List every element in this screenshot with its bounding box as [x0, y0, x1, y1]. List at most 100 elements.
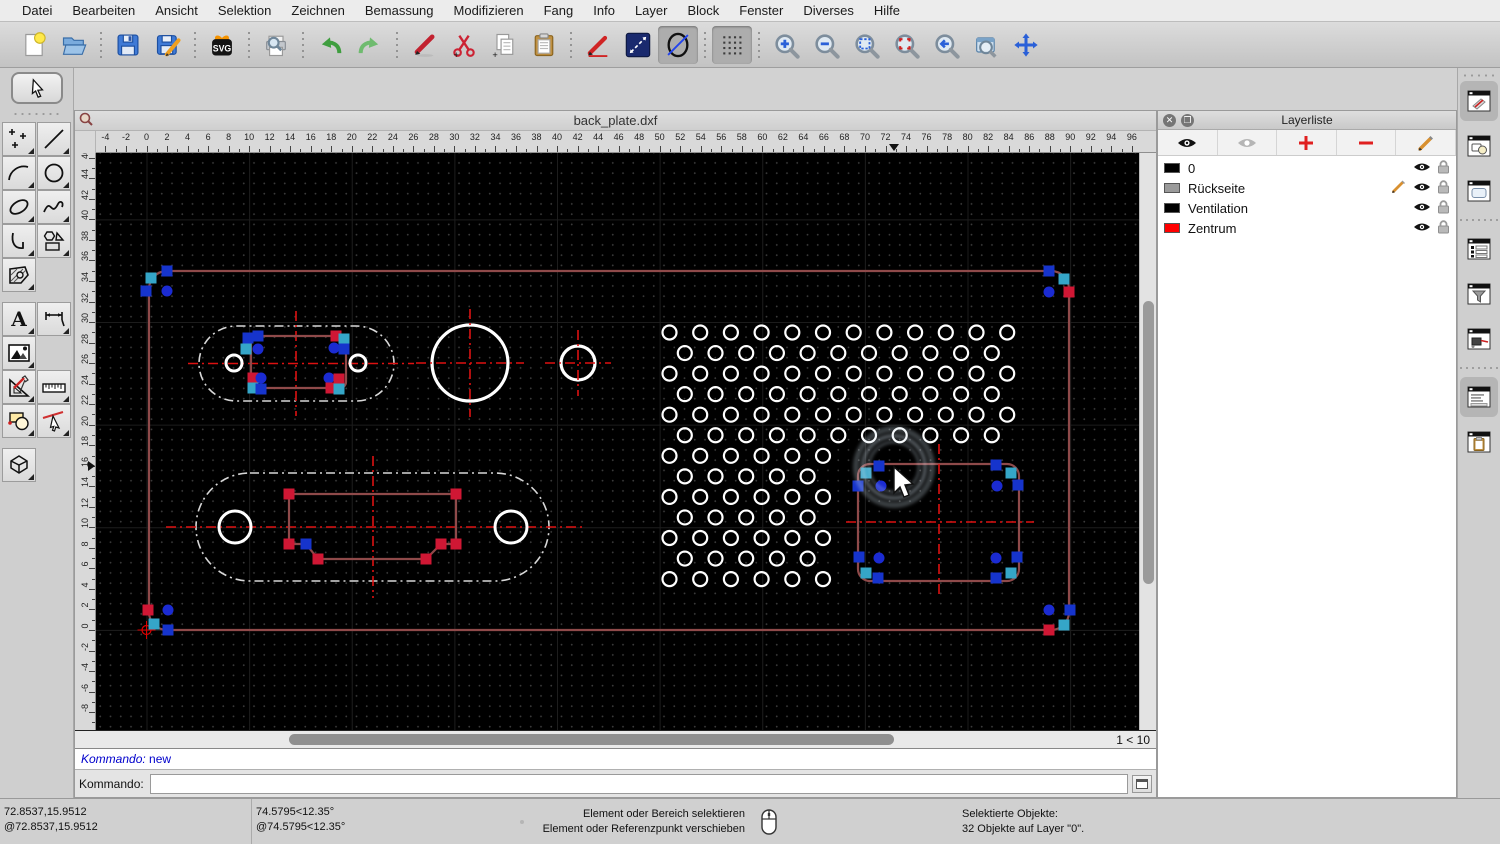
menu-ansicht[interactable]: Ansicht	[145, 3, 208, 18]
zoom-previous-button[interactable]	[926, 26, 966, 64]
dock-block-list-button[interactable]	[1460, 126, 1498, 166]
tool-circle-button[interactable]	[37, 156, 71, 190]
tool-points-button[interactable]	[2, 122, 36, 156]
tool-modify-button[interactable]	[2, 370, 36, 404]
menu-bemassung[interactable]: Bemassung	[355, 3, 444, 18]
menu-bearbeiten[interactable]: Bearbeiten	[62, 3, 145, 18]
tool-line-button[interactable]	[37, 122, 71, 156]
layer-row-zentrum[interactable]: Zentrum	[1158, 218, 1456, 238]
menu-diverses[interactable]: Diverses	[793, 3, 864, 18]
layer-lock-toggle[interactable]	[1431, 199, 1450, 217]
save-as-button[interactable]	[148, 26, 188, 64]
tool-text-button[interactable]: A	[2, 302, 36, 336]
tool-shapes-button[interactable]	[37, 224, 71, 258]
horizontal-scrollbar[interactable]	[75, 731, 1110, 748]
doc-open-button[interactable]	[54, 26, 94, 64]
layer-lock-toggle[interactable]	[1431, 159, 1450, 177]
layer-lock-icon[interactable]	[1437, 219, 1450, 234]
layer-lock-toggle[interactable]	[1431, 179, 1450, 197]
doc-new-button[interactable]	[14, 26, 54, 64]
layer-visibility-toggle[interactable]	[1407, 221, 1431, 236]
dock-library-button[interactable]	[1460, 171, 1498, 211]
menu-fang[interactable]: Fang	[534, 3, 584, 18]
dock-layer-list-button[interactable]	[1460, 81, 1498, 121]
menu-modifizieren[interactable]: Modifizieren	[444, 3, 534, 18]
dock-property-list-button[interactable]	[1460, 229, 1498, 269]
tool-hatch-button[interactable]	[2, 258, 36, 292]
select-tool-button[interactable]	[10, 72, 63, 104]
menu-block[interactable]: Block	[677, 3, 729, 18]
layer-visibility-toggle[interactable]	[1407, 161, 1431, 176]
hide-all-layers-button[interactable]	[1218, 130, 1278, 155]
layer-visible-icon[interactable]	[1413, 221, 1431, 233]
save-button[interactable]	[108, 26, 148, 64]
ellipse-tool-button[interactable]	[658, 25, 698, 64]
undo-button[interactable]	[310, 26, 350, 64]
layer-visibility-toggle[interactable]	[1407, 181, 1431, 196]
layer-lock-toggle[interactable]	[1431, 219, 1450, 237]
dock-reference-button[interactable]	[1460, 319, 1498, 359]
cad-drawing[interactable]	[96, 153, 1140, 732]
menu-datei[interactable]: Datei	[12, 3, 62, 18]
layer-visible-icon[interactable]	[1413, 181, 1431, 193]
vertical-scrollbar-thumb[interactable]	[1143, 301, 1155, 584]
layer-visible-icon[interactable]	[1413, 201, 1431, 213]
edit-layer-button[interactable]	[1396, 130, 1456, 155]
menu-selektion[interactable]: Selektion	[208, 3, 281, 18]
tool-select-entity-button[interactable]	[37, 404, 71, 438]
layer-visible-icon[interactable]	[1413, 161, 1431, 173]
print-preview-button[interactable]	[256, 26, 296, 64]
command-input[interactable]	[149, 773, 1128, 794]
layer-lock-icon[interactable]	[1437, 159, 1450, 174]
layer-row-0[interactable]: 0	[1158, 158, 1456, 178]
zoom-auto-button[interactable]	[846, 26, 886, 64]
menu-hilfe[interactable]: Hilfe	[864, 3, 910, 18]
zoom-window-button[interactable]	[966, 26, 1006, 64]
vertical-scrollbar[interactable]	[1139, 153, 1156, 730]
tool-blocks-button[interactable]	[2, 404, 36, 438]
tool-image-button[interactable]	[2, 336, 36, 370]
zoom-out-button[interactable]	[806, 26, 846, 64]
layer-lock-icon[interactable]	[1437, 179, 1450, 194]
paste-button[interactable]	[524, 26, 564, 64]
document-titlebar[interactable]: back_plate.dxf	[75, 111, 1156, 131]
pan-button[interactable]	[1006, 26, 1046, 64]
menu-layer[interactable]: Layer	[625, 3, 678, 18]
slot-outline-entity[interactable]	[187, 311, 414, 416]
draw-pencil-button[interactable]	[578, 26, 618, 64]
redo-button[interactable]	[350, 26, 390, 64]
tool-box3d-button[interactable]	[2, 448, 36, 482]
dock-command-line-button[interactable]	[1460, 377, 1498, 417]
dock-selection-filter-button[interactable]	[1460, 274, 1498, 314]
drawing-canvas[interactable]	[95, 153, 1140, 732]
tool-dimension-button[interactable]	[37, 302, 71, 336]
zoom-in-button[interactable]	[766, 26, 806, 64]
cut-button[interactable]: +	[444, 26, 484, 64]
dock-drag-handle[interactable]	[1462, 72, 1496, 79]
zoom-selection-button[interactable]	[886, 26, 926, 64]
layer-visibility-toggle[interactable]	[1407, 201, 1431, 216]
circle-entity[interactable]	[544, 330, 611, 396]
show-all-layers-button[interactable]	[1158, 130, 1218, 155]
dock-clipboard-button[interactable]	[1460, 422, 1498, 462]
ventilation-hole-grid[interactable]	[661, 324, 1016, 588]
copy-button[interactable]: +	[484, 26, 524, 64]
tool-polyline-button[interactable]	[2, 224, 36, 258]
layer-row-rückseite[interactable]: Rückseite	[1158, 178, 1456, 198]
tool-arc-button[interactable]	[2, 156, 36, 190]
layer-lock-icon[interactable]	[1437, 199, 1450, 214]
add-layer-button[interactable]	[1277, 130, 1337, 155]
palette-drag-handle[interactable]	[10, 110, 63, 118]
menu-info[interactable]: Info	[583, 3, 625, 18]
delete-entity-button[interactable]	[404, 26, 444, 64]
circle-entity[interactable]	[415, 309, 524, 417]
menu-fenster[interactable]: Fenster	[729, 3, 793, 18]
menu-zeichnen[interactable]: Zeichnen	[281, 3, 354, 18]
layer-row-ventilation[interactable]: Ventilation	[1158, 198, 1456, 218]
horizontal-scrollbar-thumb[interactable]	[289, 734, 894, 745]
remove-layer-button[interactable]	[1337, 130, 1397, 155]
tool-measure-button[interactable]	[37, 370, 71, 404]
layer-panel-titlebar[interactable]: ✕ ❐ Layerliste	[1158, 111, 1456, 130]
slot-outline-entity[interactable]	[165, 456, 586, 598]
tool-spline-button[interactable]	[37, 190, 71, 224]
